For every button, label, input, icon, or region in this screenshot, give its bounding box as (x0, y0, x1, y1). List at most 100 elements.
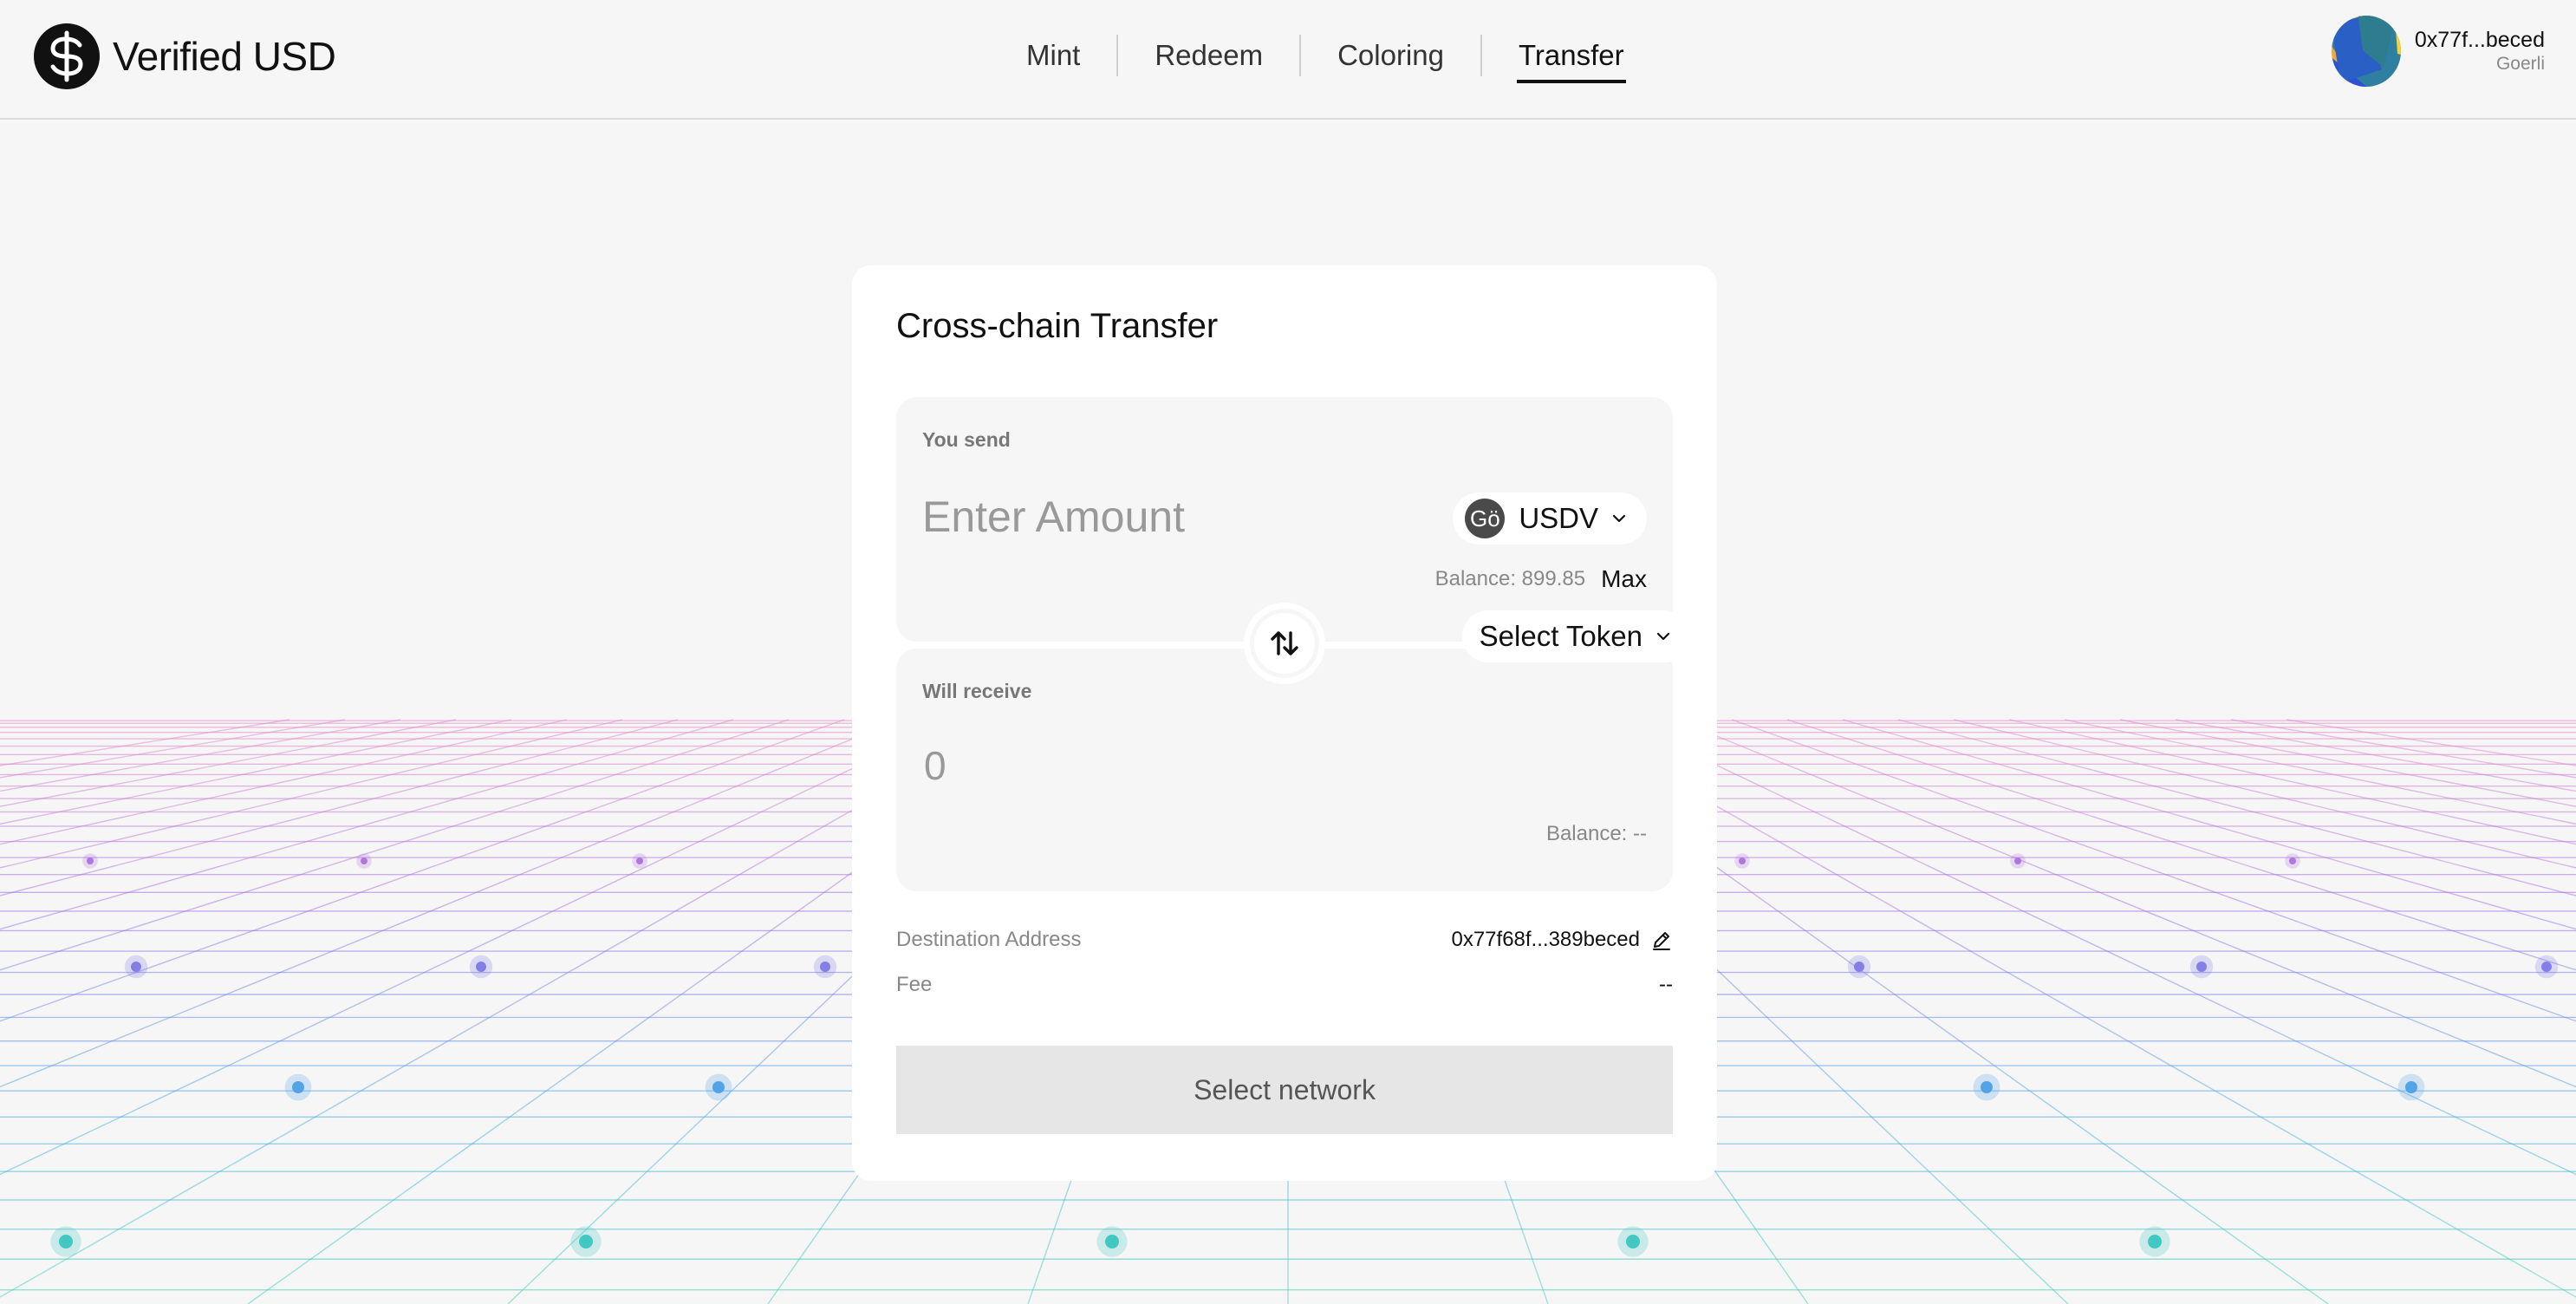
select-network-button[interactable]: Select network (896, 1046, 1673, 1134)
grid-node (579, 1235, 593, 1249)
grid-line (1965, 1206, 2018, 1256)
grid-line (1868, 767, 2005, 818)
grid-line (763, 1011, 816, 1061)
grid-line (2259, 1255, 2329, 1304)
fee-label: Fee (896, 973, 933, 996)
grid-line (545, 864, 649, 916)
receive-balance-row: Balance: -- (1546, 822, 1647, 846)
send-balance: Balance: 899.85 (1434, 567, 1586, 590)
grid-line (1820, 864, 1907, 916)
grid-line (2521, 767, 2576, 779)
swap-arrows-icon (1271, 631, 1298, 655)
receive-label: Will receive (922, 680, 1032, 702)
grid-node (712, 1081, 725, 1093)
grid-line (2234, 1011, 2338, 1061)
grid-line (0, 767, 55, 779)
grid-node (361, 857, 368, 864)
grid-line (2391, 1011, 2512, 1061)
card-title: Cross-chain Transfer (896, 307, 1219, 345)
grid-line (660, 767, 781, 818)
destination-label: Destination Address (896, 928, 1082, 951)
top-header: Verified USD Mint Redeem Coloring Transf… (0, 0, 2576, 120)
grid-line (2448, 767, 2576, 792)
grid-line (2332, 1157, 2418, 1208)
grid-node (1739, 857, 1746, 864)
grid-line (609, 1157, 662, 1208)
grid-line (64, 1011, 185, 1061)
brand[interactable]: Verified USD (33, 23, 336, 90)
grid-line (1709, 962, 1762, 1013)
grid-line (1812, 1060, 1864, 1110)
grid-line (481, 767, 636, 818)
grid-line (507, 1255, 560, 1304)
grid-line (2085, 767, 2274, 818)
grid-line (158, 1157, 244, 1208)
grid-node (476, 962, 486, 972)
grid-line (1927, 864, 2031, 916)
grid-line (2191, 1206, 2261, 1256)
grid-line (1760, 1011, 1813, 1061)
grid-line (1044, 1206, 1063, 1256)
grid-line (162, 914, 299, 964)
grid-line (136, 1060, 240, 1110)
account-button[interactable]: 0x77f...beced Goerli (2332, 16, 2545, 87)
grid-line (1795, 767, 1916, 818)
grid-line (0, 767, 128, 792)
pencil-icon[interactable] (1650, 929, 1673, 951)
grid-line (1918, 1011, 1988, 1061)
grid-line (341, 962, 445, 1013)
grid-line (422, 864, 543, 916)
grid-line (588, 1011, 658, 1061)
grid-node (1854, 962, 1864, 972)
nav-mint[interactable]: Mint (1025, 31, 1082, 80)
grid-line (1739, 1206, 1775, 1256)
grid-line (212, 767, 419, 818)
grid-line (2502, 1255, 2576, 1298)
grid-line (2153, 914, 2274, 964)
account-address: 0x77f...beced (2414, 28, 2545, 52)
grid-line (0, 864, 10, 869)
grid-line (328, 1060, 415, 1110)
grid-node (2289, 857, 2296, 864)
max-button[interactable]: Max (1601, 565, 1647, 593)
dollar-circle-icon (34, 23, 100, 89)
grid-line (750, 767, 854, 818)
token-select-usdv[interactable]: Gö USDV (1453, 492, 1647, 544)
grid-line (443, 914, 547, 964)
grid-line (1722, 767, 1826, 818)
grid-line (1513, 1206, 1532, 1256)
grid-line (656, 962, 726, 1013)
account-network: Goerli (2495, 54, 2545, 74)
grid-line (2375, 767, 2576, 807)
grid-line (2076, 1011, 2163, 1061)
grid-line (2400, 913, 2555, 964)
nav-redeem[interactable]: Redeem (1153, 31, 1265, 80)
grid-line (238, 1011, 342, 1061)
select-token-button[interactable]: Select Token (1461, 610, 1691, 662)
grid-line (2157, 767, 2364, 818)
grid-line (498, 962, 585, 1013)
swap-button-ring (1250, 609, 1319, 678)
send-amount-input[interactable] (922, 484, 1373, 550)
grid-line (1773, 1255, 1809, 1304)
grid-node (2148, 1235, 2162, 1249)
grid-node (59, 1235, 73, 1249)
grid-line (413, 1011, 500, 1061)
grid-line (1940, 767, 2095, 818)
account-info: 0x77f...beced Goerli (2415, 27, 2545, 75)
grid-node (1981, 1081, 1993, 1093)
nav-divider (1480, 35, 1482, 76)
grid-line (669, 864, 756, 916)
swap-direction-button[interactable] (1244, 603, 1325, 684)
grid-line (1991, 962, 2078, 1013)
grid-line (2460, 864, 2576, 896)
main-nav: Mint Redeem Coloring Transfer (1025, 31, 1626, 83)
grid-line (2033, 864, 2154, 916)
nav-transfer[interactable]: Transfer (1516, 31, 1626, 83)
grid-line (2123, 1157, 2193, 1208)
grid-line (801, 1206, 837, 1256)
nav-coloring[interactable]: Coloring (1336, 31, 1446, 80)
grid-node (2405, 1081, 2417, 1093)
cross-chain-transfer-card: Cross-chain Transfer You send Gö USDV Ba… (852, 265, 1717, 1181)
grid-node (2541, 962, 2552, 972)
